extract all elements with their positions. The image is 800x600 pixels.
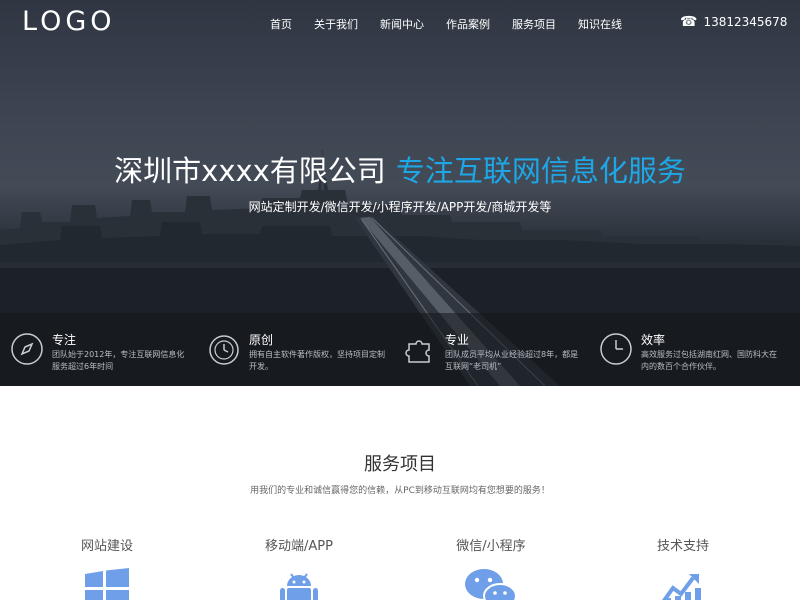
services-title: 服务项目 bbox=[364, 454, 436, 475]
feature-desc: 拥有自主软件著作版权，坚持项目定制开发。 bbox=[249, 350, 385, 371]
stopwatch-icon bbox=[209, 335, 239, 365]
service-wechat[interactable]: 微信/小程序 bbox=[411, 535, 571, 600]
hero-title-accent: 专注互联网信息化服务 bbox=[395, 154, 686, 188]
nav-item-cases[interactable]: 作品案例 bbox=[446, 16, 490, 32]
feature-desc: 团队始于2012年，专注互联网信息化服务超过6年时间 bbox=[52, 350, 185, 371]
feature-title: 原创 bbox=[249, 333, 274, 347]
phone-number: 13812345678 bbox=[703, 15, 788, 29]
nav-item-knowledge[interactable]: 知识在线 bbox=[578, 16, 622, 32]
site-header: LOGO 首页 关于我们 新闻中心 作品案例 服务项目 知识在线 ☎ 13812… bbox=[0, 0, 800, 46]
site-logo[interactable]: LOGO bbox=[22, 6, 116, 37]
feature-efficiency: 效率 高效服务过包括湖南红网、国防科大在内的数百个合作伙伴。 bbox=[589, 313, 784, 386]
compass-icon bbox=[11, 333, 43, 365]
services-subtitle: 用我们的专业和诚信赢得您的信赖，从PC到移动互联网均有您想要的服务！ bbox=[250, 486, 550, 496]
feature-desc: 高效服务过包括湖南红网、国防科大在内的数百个合作伙伴。 bbox=[641, 350, 777, 371]
wechat-icon bbox=[465, 569, 517, 600]
feature-title: 专注 bbox=[52, 333, 77, 347]
feature-strip: 专注 团队始于2012年，专注互联网信息化服务超过6年时间 原创 拥有自主软件著… bbox=[0, 313, 800, 386]
windows-icon bbox=[85, 568, 129, 600]
service-label: 网站建设 bbox=[80, 539, 133, 554]
service-label: 移动端/APP bbox=[265, 539, 333, 554]
hero-title: 深圳市xxxx有限公司 专注互联网信息化服务 bbox=[0, 148, 800, 190]
contact-phone[interactable]: ☎ 13812345678 bbox=[680, 14, 787, 30]
nav-item-home[interactable]: 首页 bbox=[270, 16, 292, 32]
puzzle-icon bbox=[405, 340, 430, 363]
service-label: 微信/小程序 bbox=[456, 539, 526, 554]
clock-icon bbox=[600, 333, 632, 365]
main-nav: 首页 关于我们 新闻中心 作品案例 服务项目 知识在线 bbox=[270, 16, 644, 32]
feature-professional: 专业 团队成员平均从业经验超过8年，都是互联网“老司机” bbox=[393, 313, 588, 386]
android-icon bbox=[280, 573, 318, 600]
service-tech-support[interactable]: 技术支持 bbox=[603, 535, 763, 600]
service-website[interactable]: 网站建设 bbox=[27, 535, 187, 600]
nav-item-about[interactable]: 关于我们 bbox=[314, 16, 358, 32]
feature-title: 效率 bbox=[641, 333, 666, 347]
chart-icon bbox=[661, 574, 701, 600]
service-label: 技术支持 bbox=[656, 539, 709, 554]
service-mobile-app[interactable]: 移动端/APP bbox=[219, 535, 379, 600]
hero-banner: LOGO 首页 关于我们 新闻中心 作品案例 服务项目 知识在线 ☎ 13812… bbox=[0, 0, 800, 386]
nav-item-services[interactable]: 服务项目 bbox=[512, 16, 556, 32]
hero-title-company: 深圳市xxxx有限公司 bbox=[114, 154, 386, 188]
feature-desc: 团队成员平均从业经验超过8年，都是互联网“老司机” bbox=[445, 350, 579, 371]
phone-icon: ☎ bbox=[680, 14, 698, 30]
hero-subtitle: 网站定制开发/微信开发/小程序开发/APP开发/商城开发等 bbox=[248, 200, 552, 214]
feature-focus: 专注 团队始于2012年，专注互联网信息化服务超过6年时间 bbox=[0, 313, 195, 386]
feature-title: 专业 bbox=[445, 333, 470, 347]
feature-original: 原创 拥有自主软件著作版权，坚持项目定制开发。 bbox=[197, 313, 392, 386]
nav-item-news[interactable]: 新闻中心 bbox=[380, 16, 424, 32]
